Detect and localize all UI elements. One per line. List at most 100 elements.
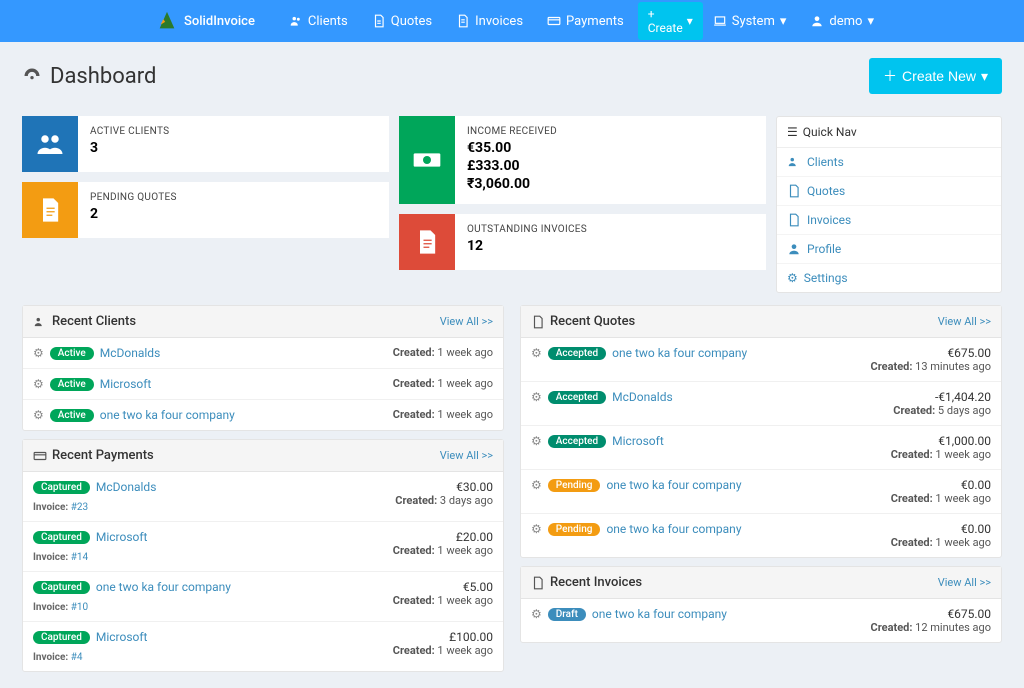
list-item: CapturedMcDonalds Invoice: #23 €30.00Cre… [23, 472, 503, 522]
status-badge: Active [50, 409, 94, 422]
quicknav-profile[interactable]: Profile [777, 235, 1001, 264]
gear-icon[interactable]: ⚙ [33, 408, 44, 422]
list-item: ⚙AcceptedMicrosoft €1,000.00Created: 1 w… [521, 426, 1001, 470]
stat-pending-quotes[interactable]: PENDING QUOTES2 [22, 182, 389, 238]
panel-recent-invoices: Recent InvoicesView All >> ⚙Draftone two… [520, 566, 1002, 643]
laptop-icon [713, 14, 727, 28]
client-link[interactable]: McDonalds [100, 346, 161, 360]
stat-outstanding[interactable]: OUTSTANDING INVOICES12 [399, 214, 766, 270]
users-icon [289, 14, 303, 28]
users-icon [22, 116, 78, 172]
nav-clients[interactable]: Clients [279, 8, 358, 35]
status-badge: Accepted [548, 391, 606, 404]
money-icon [399, 116, 455, 204]
file-icon [787, 184, 801, 198]
stat-active-clients[interactable]: ACTIVE CLIENTS3 [22, 116, 389, 172]
file-icon [399, 214, 455, 270]
status-badge: Accepted [548, 347, 606, 360]
nav-invoices[interactable]: Invoices [446, 8, 533, 35]
gear-icon[interactable]: ⚙ [531, 390, 542, 404]
list-item: ⚙Pendingone two ka four company €0.00Cre… [521, 514, 1001, 557]
page-header: Dashboard ＋Create New▾ [22, 58, 1002, 94]
client-link[interactable]: Microsoft [96, 530, 148, 544]
file-icon [531, 576, 545, 590]
users-icon [33, 315, 47, 329]
status-badge: Captured [33, 581, 90, 594]
status-badge: Pending [548, 523, 601, 536]
view-all-link[interactable]: View All >> [440, 449, 493, 462]
list-item: CapturedMicrosoft Invoice: #4 £100.00Cre… [23, 622, 503, 671]
client-link[interactable]: Microsoft [612, 434, 664, 448]
invoice-link[interactable]: #23 [71, 502, 88, 513]
brand[interactable]: SolidInvoice [156, 10, 255, 32]
list-item: CapturedMicrosoft Invoice: #14 £20.00Cre… [23, 522, 503, 572]
logo-icon [156, 10, 178, 32]
status-badge: Active [50, 378, 94, 391]
nav-user[interactable]: demo▾ [800, 8, 884, 35]
gear-icon[interactable]: ⚙ [33, 346, 44, 360]
status-badge: Captured [33, 481, 90, 494]
dashboard-icon [22, 66, 42, 86]
client-link[interactable]: one two ka four company [100, 408, 235, 422]
caret-down-icon: ▾ [687, 14, 693, 28]
nav-payments[interactable]: Payments [537, 8, 634, 35]
gear-icon[interactable]: ⚙ [33, 377, 44, 391]
view-all-link[interactable]: View All >> [440, 315, 493, 328]
user-icon [810, 14, 824, 28]
client-link[interactable]: one two ka four company [606, 478, 741, 492]
file-icon [456, 14, 470, 28]
client-link[interactable]: Microsoft [96, 630, 148, 644]
quicknav-clients[interactable]: Clients [777, 148, 1001, 177]
client-link[interactable]: McDonalds [612, 390, 673, 404]
client-link[interactable]: one two ka four company [606, 522, 741, 536]
list-icon: ☰ [787, 125, 798, 139]
nav-system[interactable]: System▾ [703, 8, 797, 35]
status-badge: Captured [33, 631, 90, 644]
client-link[interactable]: one two ka four company [592, 607, 727, 621]
list-item: ⚙Draftone two ka four company €675.00Cre… [521, 599, 1001, 642]
client-link[interactable]: Microsoft [100, 377, 152, 391]
card-icon [547, 14, 561, 28]
client-link[interactable]: one two ka four company [96, 580, 231, 594]
nav-create-button[interactable]: + Create▾ [638, 2, 703, 40]
list-item: ⚙AcceptedMcDonalds -€1,404.20Created: 5 … [521, 382, 1001, 426]
file-icon [372, 14, 386, 28]
quicknav-quotes[interactable]: Quotes [777, 177, 1001, 206]
users-icon [787, 155, 801, 169]
nav-items: Clients Quotes Invoices Payments + Creat… [279, 2, 703, 40]
view-all-link[interactable]: View All >> [938, 315, 991, 328]
gear-icon: ⚙ [787, 271, 798, 285]
nav-right: System▾ demo▾ [703, 8, 884, 35]
list-item: ⚙Acceptedone two ka four company €675.00… [521, 338, 1001, 382]
gear-icon[interactable]: ⚙ [531, 478, 542, 492]
navbar: SolidInvoice Clients Quotes Invoices Pay… [0, 0, 1024, 42]
caret-down-icon: ▾ [867, 14, 874, 29]
status-badge: Active [50, 347, 94, 360]
gear-icon[interactable]: ⚙ [531, 346, 542, 360]
list-item: ⚙Pendingone two ka four company €0.00Cre… [521, 470, 1001, 514]
file-icon [22, 182, 78, 238]
invoice-link[interactable]: #4 [71, 652, 83, 663]
status-badge: Draft [548, 608, 586, 621]
gear-icon[interactable]: ⚙ [531, 522, 542, 536]
status-badge: Accepted [548, 435, 606, 448]
invoice-link[interactable]: #14 [71, 552, 88, 563]
view-all-link[interactable]: View All >> [938, 576, 991, 589]
create-new-button[interactable]: ＋Create New▾ [869, 58, 1002, 94]
list-item: ⚙ActiveMcDonalds Created: 1 week ago [23, 338, 503, 369]
panel-recent-quotes: Recent QuotesView All >> ⚙Acceptedone tw… [520, 305, 1002, 558]
panel-recent-clients: Recent ClientsView All >> ⚙ActiveMcDonal… [22, 305, 504, 431]
client-link[interactable]: McDonalds [96, 480, 157, 494]
client-link[interactable]: one two ka four company [612, 346, 747, 360]
file-icon [787, 213, 801, 227]
quicknav: ☰Quick Nav Clients Quotes Invoices Profi… [776, 116, 1002, 293]
list-item: Capturedone two ka four company Invoice:… [23, 572, 503, 622]
quicknav-invoices[interactable]: Invoices [777, 206, 1001, 235]
stat-income[interactable]: INCOME RECEIVED€35.00£333.00₹3,060.00 [399, 116, 766, 204]
nav-quotes[interactable]: Quotes [362, 8, 442, 35]
gear-icon[interactable]: ⚙ [531, 607, 542, 621]
invoice-link[interactable]: #10 [71, 602, 88, 613]
quicknav-settings[interactable]: ⚙Settings [777, 264, 1001, 292]
gear-icon[interactable]: ⚙ [531, 434, 542, 448]
panel-recent-payments: Recent PaymentsView All >> CapturedMcDon… [22, 439, 504, 672]
